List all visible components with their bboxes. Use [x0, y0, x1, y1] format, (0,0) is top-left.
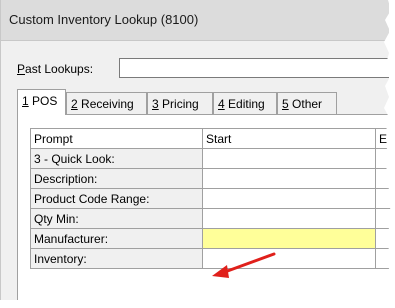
prompt-cell: 3 - Quick Look:: [30, 148, 203, 169]
start-value-cell[interactable]: [202, 208, 376, 229]
tab-pricing[interactable]: 3 Pricing: [147, 92, 213, 114]
title-bar: Custom Inventory Lookup (8100): [1, 0, 389, 41]
prompt-cell: Qty Min:: [30, 208, 203, 229]
start-value-cell[interactable]: [202, 168, 376, 189]
past-lookups-label: Past Lookups:: [17, 62, 94, 76]
table-row: 3 - Quick Look:: [30, 148, 395, 169]
table-row: Manufacturer:: [30, 228, 395, 249]
prompt-cell: Inventory:: [30, 248, 203, 269]
tab-other[interactable]: 5 Other: [277, 92, 337, 114]
prompt-cell: Description:: [30, 168, 203, 189]
column-header-prompt[interactable]: Prompt: [30, 128, 203, 149]
grid-header-row: Prompt Start E: [30, 128, 395, 149]
torn-edge-right: [384, 0, 395, 308]
prompt-cell: Product Code Range:: [30, 188, 203, 209]
tab-pos[interactable]: 1 POS: [17, 89, 66, 115]
tab-editing[interactable]: 4 Editing: [213, 92, 277, 114]
table-row: Description:: [30, 168, 395, 189]
start-value-cell[interactable]: [202, 188, 376, 209]
prompt-cell: Manufacturer:: [30, 228, 203, 249]
lookup-prompts-grid: Prompt Start E 3 - Quick Look: Descripti…: [30, 128, 395, 269]
red-arrow-icon: [212, 252, 276, 278]
column-header-start[interactable]: Start: [202, 128, 376, 149]
torn-edge-bottom: [0, 297, 395, 308]
start-value-cell[interactable]: [202, 148, 376, 169]
manufacturer-start-cell[interactable]: [202, 228, 376, 249]
table-row: Product Code Range:: [30, 188, 395, 209]
past-lookups-field[interactable]: [119, 58, 389, 78]
window-title: Custom Inventory Lookup (8100): [9, 12, 199, 27]
tab-receiving[interactable]: 2 Receiving: [66, 92, 147, 114]
table-row: Qty Min:: [30, 208, 395, 229]
